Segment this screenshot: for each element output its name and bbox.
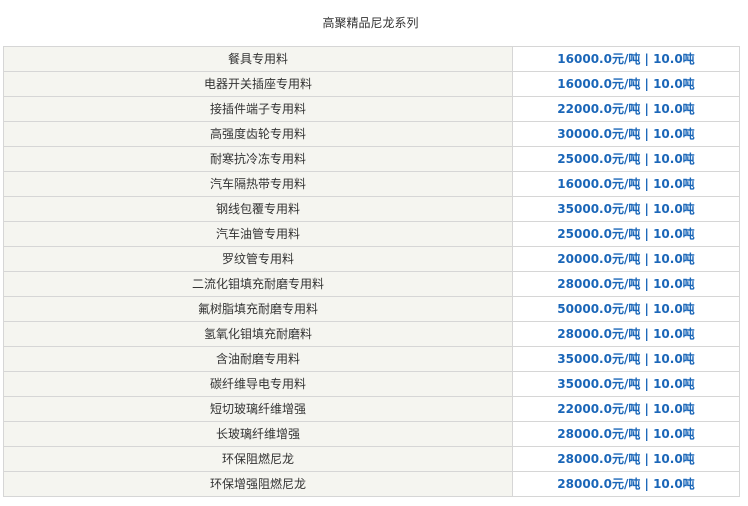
table-row: 汽车油管专用料 25000.0元/吨 | 10.0吨 bbox=[3, 221, 740, 247]
table-row: 电器开关插座专用料 16000.0元/吨 | 10.0吨 bbox=[3, 71, 740, 97]
product-price: 16000.0元/吨 | 10.0吨 bbox=[512, 46, 740, 72]
product-price: 28000.0元/吨 | 10.0吨 bbox=[512, 321, 740, 347]
table-row: 汽车隔热带专用料 16000.0元/吨 | 10.0吨 bbox=[3, 171, 740, 197]
product-price: 16000.0元/吨 | 10.0吨 bbox=[512, 171, 740, 197]
product-name: 环保阻燃尼龙 bbox=[3, 446, 513, 472]
table-row: 餐具专用料 16000.0元/吨 | 10.0吨 bbox=[3, 46, 740, 72]
product-price: 50000.0元/吨 | 10.0吨 bbox=[512, 296, 740, 322]
table-row: 二流化钼填充耐磨专用料 28000.0元/吨 | 10.0吨 bbox=[3, 271, 740, 297]
product-price: 25000.0元/吨 | 10.0吨 bbox=[512, 146, 740, 172]
product-price: 35000.0元/吨 | 10.0吨 bbox=[512, 196, 740, 222]
product-name: 耐寒抗冷冻专用料 bbox=[3, 146, 513, 172]
product-name: 钢线包覆专用料 bbox=[3, 196, 513, 222]
product-price: 22000.0元/吨 | 10.0吨 bbox=[512, 396, 740, 422]
product-price: 22000.0元/吨 | 10.0吨 bbox=[512, 96, 740, 122]
product-price: 28000.0元/吨 | 10.0吨 bbox=[512, 421, 740, 447]
product-price: 35000.0元/吨 | 10.0吨 bbox=[512, 346, 740, 372]
page: 高聚精品尼龙系列 餐具专用料 16000.0元/吨 | 10.0吨 电器开关插座… bbox=[0, 0, 748, 506]
table-row: 长玻璃纤维增强 28000.0元/吨 | 10.0吨 bbox=[3, 421, 740, 447]
table-row: 接插件端子专用料 22000.0元/吨 | 10.0吨 bbox=[3, 96, 740, 122]
product-price: 28000.0元/吨 | 10.0吨 bbox=[512, 471, 740, 497]
product-price: 28000.0元/吨 | 10.0吨 bbox=[512, 446, 740, 472]
product-name: 含油耐磨专用料 bbox=[3, 346, 513, 372]
product-name: 汽车油管专用料 bbox=[3, 221, 513, 247]
product-name: 氢氧化钼填充耐磨料 bbox=[3, 321, 513, 347]
product-price: 35000.0元/吨 | 10.0吨 bbox=[512, 371, 740, 397]
product-price: 30000.0元/吨 | 10.0吨 bbox=[512, 121, 740, 147]
table-row: 环保增强阻燃尼龙 28000.0元/吨 | 10.0吨 bbox=[3, 471, 740, 497]
page-title: 高聚精品尼龙系列 bbox=[322, 16, 419, 30]
product-name: 接插件端子专用料 bbox=[3, 96, 513, 122]
product-price: 20000.0元/吨 | 10.0吨 bbox=[512, 246, 740, 272]
table-row: 氢氧化钼填充耐磨料 28000.0元/吨 | 10.0吨 bbox=[3, 321, 740, 347]
table-row: 碳纤维导电专用料 35000.0元/吨 | 10.0吨 bbox=[3, 371, 740, 397]
product-name: 高强度齿轮专用料 bbox=[3, 121, 513, 147]
table-row: 高强度齿轮专用料 30000.0元/吨 | 10.0吨 bbox=[3, 121, 740, 147]
table-row: 短切玻璃纤维增强 22000.0元/吨 | 10.0吨 bbox=[3, 396, 740, 422]
product-price: 28000.0元/吨 | 10.0吨 bbox=[512, 271, 740, 297]
product-price: 25000.0元/吨 | 10.0吨 bbox=[512, 221, 740, 247]
table-row: 环保阻燃尼龙 28000.0元/吨 | 10.0吨 bbox=[3, 446, 740, 472]
product-name: 碳纤维导电专用料 bbox=[3, 371, 513, 397]
product-name: 二流化钼填充耐磨专用料 bbox=[3, 271, 513, 297]
product-name: 餐具专用料 bbox=[3, 46, 513, 72]
table-row: 氟树脂填充耐磨专用料 50000.0元/吨 | 10.0吨 bbox=[3, 296, 740, 322]
product-name: 环保增强阻燃尼龙 bbox=[3, 471, 513, 497]
product-name: 罗纹管专用料 bbox=[3, 246, 513, 272]
product-price: 16000.0元/吨 | 10.0吨 bbox=[512, 71, 740, 97]
product-name: 氟树脂填充耐磨专用料 bbox=[3, 296, 513, 322]
product-name: 长玻璃纤维增强 bbox=[3, 421, 513, 447]
product-name: 短切玻璃纤维增强 bbox=[3, 396, 513, 422]
price-table: 餐具专用料 16000.0元/吨 | 10.0吨 电器开关插座专用料 16000… bbox=[3, 46, 740, 497]
table-row: 耐寒抗冷冻专用料 25000.0元/吨 | 10.0吨 bbox=[3, 146, 740, 172]
table-row: 钢线包覆专用料 35000.0元/吨 | 10.0吨 bbox=[3, 196, 740, 222]
product-name: 电器开关插座专用料 bbox=[3, 71, 513, 97]
product-name: 汽车隔热带专用料 bbox=[3, 171, 513, 197]
table-row: 罗纹管专用料 20000.0元/吨 | 10.0吨 bbox=[3, 246, 740, 272]
table-row: 含油耐磨专用料 35000.0元/吨 | 10.0吨 bbox=[3, 346, 740, 372]
